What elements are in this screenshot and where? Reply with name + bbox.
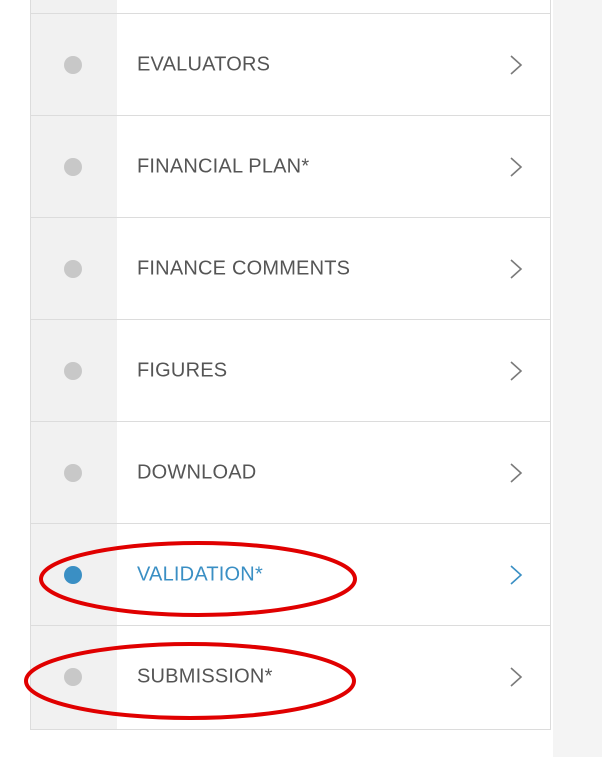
- chevron-right-icon: [509, 54, 523, 76]
- page: EVALUATORS FINANCIAL PLAN* FINANCE COMME…: [0, 0, 602, 757]
- status-dot-icon: [64, 361, 82, 380]
- nav-item-label: FIGURES: [137, 359, 228, 381]
- nav-item-label: VALIDATION*: [137, 563, 263, 585]
- nav-item-label: FINANCE COMMENTS: [137, 257, 351, 279]
- nav-item-label: DOWNLOAD: [137, 461, 257, 483]
- nav-item-finance-comments[interactable]: FINANCE COMMENTS: [31, 218, 550, 320]
- chevron-right-icon: [509, 462, 523, 484]
- status-dot-icon: [64, 157, 82, 176]
- chevron-right-icon: [509, 258, 523, 280]
- nav-item-validation[interactable]: VALIDATION*: [31, 524, 550, 626]
- nav-item-financial-plan[interactable]: FINANCIAL PLAN*: [31, 116, 550, 218]
- status-dot-icon: [64, 55, 82, 74]
- chevron-right-icon: [509, 666, 523, 688]
- nav-item-figures[interactable]: FIGURES: [31, 320, 550, 422]
- nav-item-partial-top: [31, 0, 550, 14]
- chevron-right-icon: [509, 564, 523, 586]
- status-dot-icon: [64, 565, 82, 584]
- status-dot-icon: [64, 259, 82, 278]
- nav-item-label: EVALUATORS: [137, 53, 271, 75]
- chevron-right-icon: [509, 360, 523, 382]
- nav-item-download[interactable]: DOWNLOAD: [31, 422, 550, 524]
- page-gutter: [553, 0, 602, 757]
- status-dot-icon: [64, 463, 82, 482]
- status-dot-icon: [64, 668, 82, 686]
- nav-item-submission[interactable]: SUBMISSION*: [31, 626, 550, 728]
- section-navigation: EVALUATORS FINANCIAL PLAN* FINANCE COMME…: [30, 0, 551, 730]
- nav-item-evaluators[interactable]: EVALUATORS: [31, 14, 550, 116]
- nav-item-label: SUBMISSION*: [137, 665, 273, 688]
- chevron-right-icon: [509, 156, 523, 178]
- nav-list: EVALUATORS FINANCIAL PLAN* FINANCE COMME…: [31, 14, 550, 728]
- nav-item-label: FINANCIAL PLAN*: [137, 155, 310, 177]
